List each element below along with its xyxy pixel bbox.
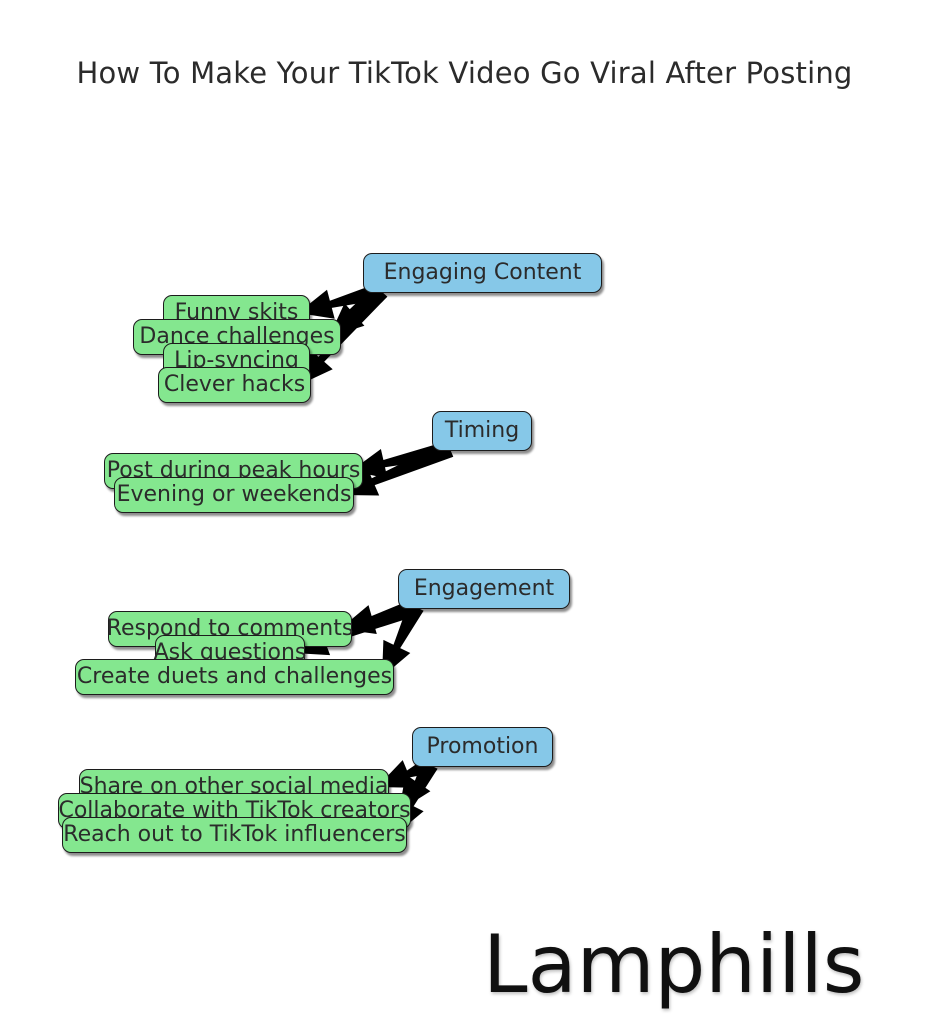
node-label: Evening or weekends [116,482,352,507]
root-node-engaging-content[interactable]: Engaging Content [363,253,602,293]
root-node-promotion[interactable]: Promotion [412,727,553,767]
leaf-node-create-duets-and-challenges[interactable]: Create duets and challenges [75,659,394,695]
page-title: How To Make Your TikTok Video Go Viral A… [76,56,853,90]
watermark: Lamphills [483,918,865,1011]
leaf-node-evening-or-weekends[interactable]: Evening or weekends [114,477,354,513]
leaf-node-clever-hacks[interactable]: Clever hacks [158,367,311,403]
root-node-engagement[interactable]: Engagement [398,569,570,609]
node-label: Timing [444,418,520,443]
node-label: Reach out to TikTok influencers [63,822,406,847]
node-label: Engaging Content [383,260,582,285]
root-node-timing[interactable]: Timing [432,411,532,451]
leaf-node-reach-out-to-tiktok-influencers[interactable]: Reach out to TikTok influencers [62,817,407,853]
node-label: Engagement [413,576,555,601]
diagram-canvas: How To Make Your TikTok Video Go Viral A… [0,0,929,1024]
node-label: Create duets and challenges [76,664,393,689]
node-label: Promotion [426,734,539,759]
node-label: Clever hacks [163,372,306,397]
